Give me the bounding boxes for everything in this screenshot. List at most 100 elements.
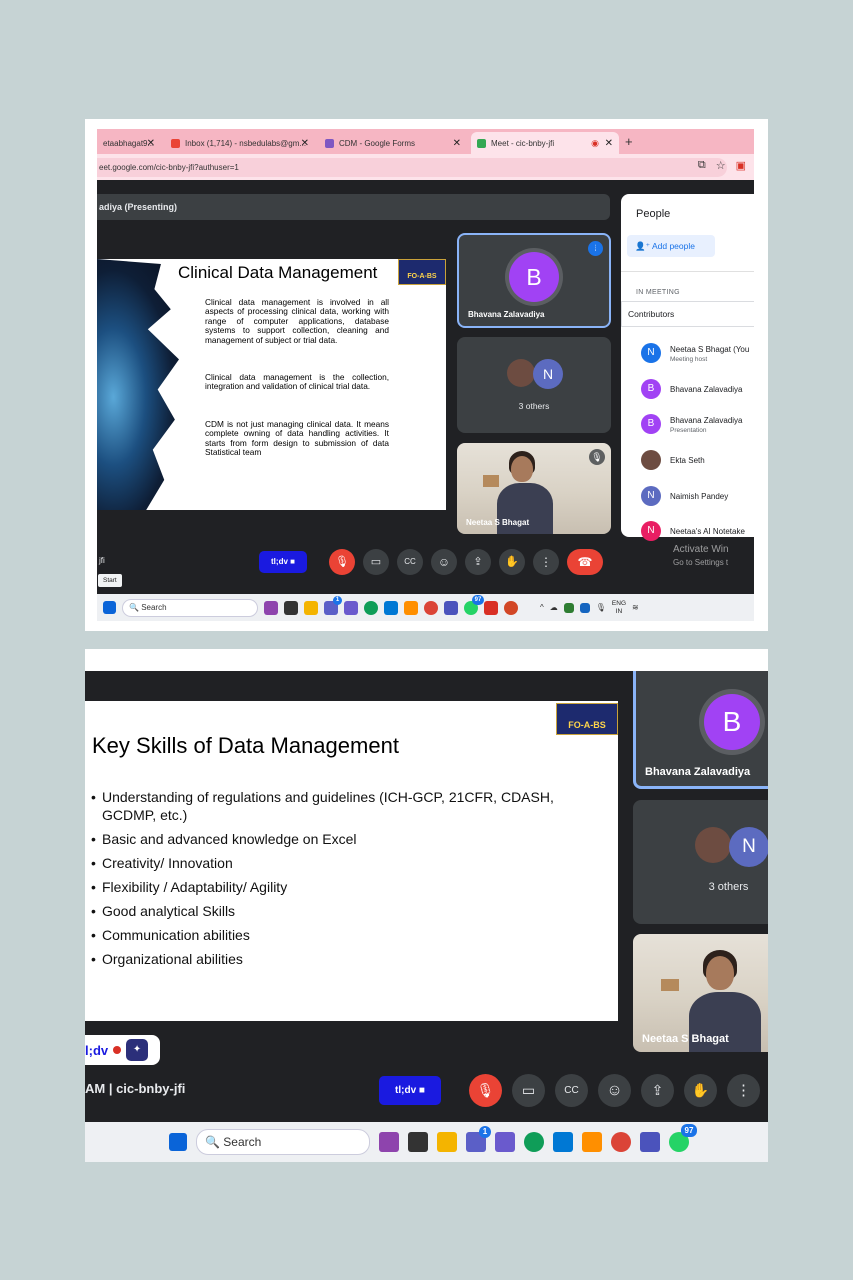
windows-start-icon[interactable] [103, 601, 116, 614]
language-indicator[interactable]: ENG IN [612, 600, 626, 616]
raise-hand-button[interactable]: ✋ [684, 1074, 717, 1107]
wifi-icon[interactable]: ≋ [632, 603, 639, 612]
extension-icon[interactable]: ▣ [736, 159, 746, 172]
speaker-tile[interactable]: B ⦙ Bhavana Zalavadiya [457, 233, 611, 328]
participant-role: Meeting host [670, 356, 708, 363]
self-video-tile[interactable]: 🎙 Neetaa S Bhagat [457, 443, 611, 534]
slide-logo: FO-A-BS [556, 703, 618, 735]
tab-gmail-1[interactable]: etaabhagat9... ✕ [97, 132, 161, 154]
call-controls: tl;dv ■ 🎙 ▭ CC ☺ ⇪ ✋ ⋮ ☎ [379, 1074, 768, 1107]
slide-decoration-image [97, 259, 179, 510]
windows-taskbar: 🔍 Search 1 97 [85, 1122, 768, 1162]
list-item: Organizational abilities [91, 950, 591, 968]
illustrator-icon[interactable] [404, 600, 418, 615]
taskbar-search[interactable]: 🔍 Search [122, 598, 258, 617]
tab-meet[interactable]: Meet - cic-bnby-jfi ◉ ✕ [471, 132, 619, 154]
slide-paragraph: Clinical data management is the collecti… [205, 372, 389, 392]
participant-name: Naimish Pandey [670, 492, 729, 501]
avatar: N [641, 486, 661, 506]
tldv-recording-pill[interactable]: l;dv ✦ [85, 1035, 160, 1065]
participant-item[interactable]: B Bhavana Zalavadiya [641, 378, 754, 404]
language-code: ENG [611, 599, 627, 607]
close-icon[interactable]: ✕ [605, 138, 613, 149]
captions-button[interactable]: CC [555, 1074, 588, 1107]
chrome-icon[interactable] [424, 600, 438, 615]
acrobat-icon[interactable] [484, 600, 498, 615]
speaker-tile[interactable]: B Bhavana Zalavadiya [633, 671, 768, 789]
address-bar: eet.google.com/cic-bnby-jfi?authuser=1 ⧉… [97, 154, 754, 180]
recording-icon: ◉ [591, 137, 599, 148]
more-options-button[interactable]: ⋮ [727, 1074, 760, 1107]
tray-app-icon[interactable] [563, 602, 574, 613]
edge-icon[interactable] [364, 600, 378, 615]
others-tile[interactable]: N 3 others [633, 800, 768, 924]
task-view-icon[interactable] [408, 1132, 428, 1152]
whatsapp-icon[interactable]: 97 [464, 594, 484, 615]
windows-start-icon[interactable] [169, 1133, 187, 1151]
mic-off-button[interactable]: 🎙 [469, 1074, 502, 1107]
self-video-tile[interactable]: Neetaa S Bhagat [633, 934, 768, 1052]
close-icon[interactable]: ✕ [147, 138, 155, 149]
emoji-button[interactable]: ☺ [598, 1074, 631, 1107]
close-icon[interactable]: ✕ [301, 138, 309, 149]
tab-inbox[interactable]: Inbox (1,714) - nsbedulabs@gm... ✕ [165, 132, 315, 154]
camera-button[interactable]: ▭ [512, 1074, 545, 1107]
raise-hand-button[interactable]: ✋ [499, 549, 525, 575]
tldv-app-icon[interactable]: ✦ [126, 1039, 149, 1061]
chevron-up-icon[interactable]: ^ [540, 603, 544, 612]
mail-icon[interactable] [384, 600, 398, 615]
participant-item[interactable]: N Neetaa S Bhagat (You Meeting host [641, 342, 754, 368]
mic-off-button[interactable]: 🎙 [329, 549, 355, 575]
copilot-icon[interactable] [379, 1132, 399, 1152]
photo-avatar [641, 450, 661, 470]
leave-call-button[interactable]: ☎ [567, 549, 603, 575]
tldv-present-button[interactable]: tl;dv ■ [259, 551, 307, 573]
forms-icon [325, 138, 334, 148]
tab-google-forms[interactable]: CDM - Google Forms ✕ [319, 132, 467, 154]
teams-new-icon[interactable] [640, 1132, 660, 1152]
url-field[interactable]: eet.google.com/cic-bnby-jfi?authuser=1 [97, 158, 727, 177]
list-item: Good analytical Skills [91, 902, 591, 920]
close-icon[interactable]: ✕ [453, 138, 461, 149]
people-panel: People 👤⁺ Add people IN MEETING Contribu… [621, 194, 754, 541]
participant-item[interactable]: B Bhavana Zalavadiya Presentation [641, 413, 754, 439]
camera-button[interactable]: ▭ [363, 549, 389, 575]
powerpoint-icon[interactable] [504, 600, 518, 615]
present-screen-button[interactable]: ⇪ [641, 1074, 674, 1107]
participant-item[interactable]: Ekta Seth [641, 449, 754, 475]
tldv-present-button[interactable]: tl;dv ■ [379, 1076, 441, 1105]
add-people-button[interactable]: 👤⁺ Add people [627, 235, 715, 257]
file-explorer-icon[interactable] [304, 600, 318, 615]
tray-app-icon[interactable] [579, 602, 590, 613]
cast-icon[interactable]: ⧉ [698, 159, 706, 172]
gmail-icon [171, 138, 180, 148]
new-tab-icon[interactable]: + [625, 134, 633, 149]
task-view-icon[interactable] [284, 600, 298, 615]
whatsapp-icon[interactable]: 97 [669, 1124, 697, 1152]
bookmark-star-icon[interactable]: ☆ [716, 159, 726, 172]
more-options-button[interactable]: ⋮ [533, 549, 559, 575]
teams-icon[interactable]: 1 [466, 1126, 491, 1152]
participant-item[interactable]: N Naimish Pandey [641, 485, 754, 511]
others-tile[interactable]: N 3 others [457, 337, 611, 433]
present-screen-button[interactable]: ⇪ [465, 549, 491, 575]
mail-icon[interactable] [553, 1132, 573, 1152]
chrome-icon[interactable] [611, 1132, 631, 1152]
edge-icon[interactable] [524, 1132, 544, 1152]
teams-new-icon[interactable] [444, 600, 458, 615]
emoji-button[interactable]: ☺ [431, 549, 457, 575]
list-item: Communication abilities [91, 926, 591, 944]
captions-button[interactable]: CC [397, 549, 423, 575]
copilot-icon[interactable] [264, 600, 278, 615]
contributors-group[interactable]: Contributors [621, 301, 754, 327]
copilot-app-icon[interactable] [344, 600, 358, 615]
copilot-app-icon[interactable] [495, 1132, 515, 1152]
file-explorer-icon[interactable] [437, 1132, 457, 1152]
participant-name: Neetaa's AI Notetake [670, 527, 745, 536]
meeting-code: AM | cic-bnby-jfi [85, 1081, 186, 1096]
shared-slide: FO-A-BS Clinical Data Management Clinica… [97, 259, 446, 510]
illustrator-icon[interactable] [582, 1132, 602, 1152]
taskbar-search[interactable]: 🔍 Search [196, 1129, 370, 1155]
speaking-icon: ⦙ [588, 241, 603, 256]
teams-icon[interactable]: 1 [324, 595, 342, 615]
